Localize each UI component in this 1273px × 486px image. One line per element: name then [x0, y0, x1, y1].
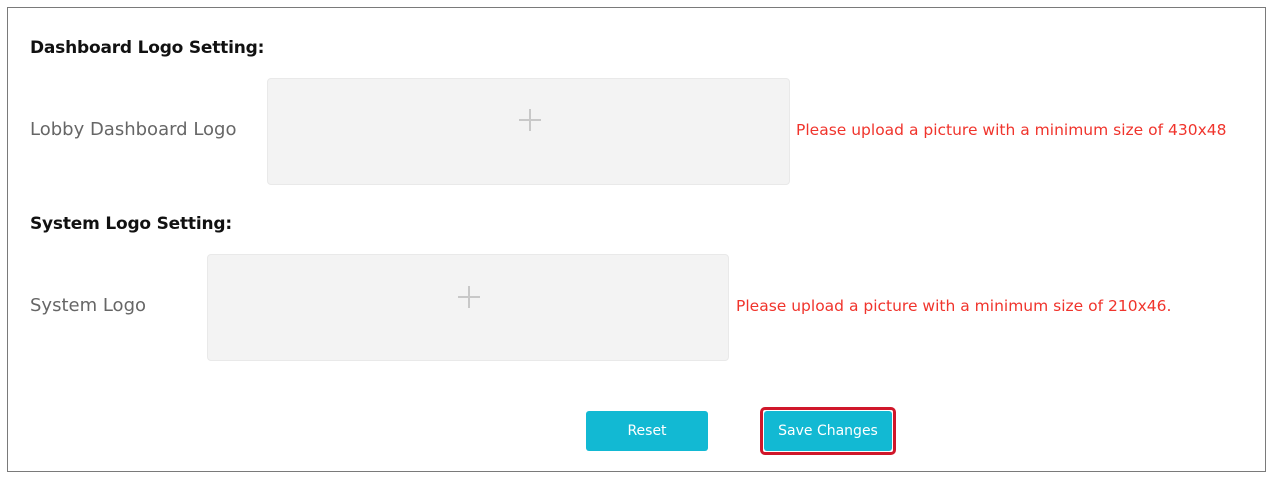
- plus-icon: [519, 109, 541, 131]
- dashboard-logo-setting-title: Dashboard Logo Setting:: [30, 38, 265, 58]
- lobby-dashboard-logo-hint: Please upload a picture with a minimum s…: [796, 121, 1227, 139]
- lobby-dashboard-logo-label: Lobby Dashboard Logo: [30, 119, 237, 140]
- system-logo-hint: Please upload a picture with a minimum s…: [736, 297, 1172, 315]
- system-logo-setting-title: System Logo Setting:: [30, 214, 232, 234]
- logo-settings-panel: [7, 7, 1266, 472]
- system-logo-label: System Logo: [30, 295, 147, 316]
- lobby-dashboard-logo-upload[interactable]: [267, 78, 790, 185]
- plus-icon: [458, 286, 480, 308]
- save-changes-button[interactable]: Save Changes: [764, 411, 892, 451]
- reset-button[interactable]: Reset: [586, 411, 708, 451]
- system-logo-upload[interactable]: [207, 254, 729, 361]
